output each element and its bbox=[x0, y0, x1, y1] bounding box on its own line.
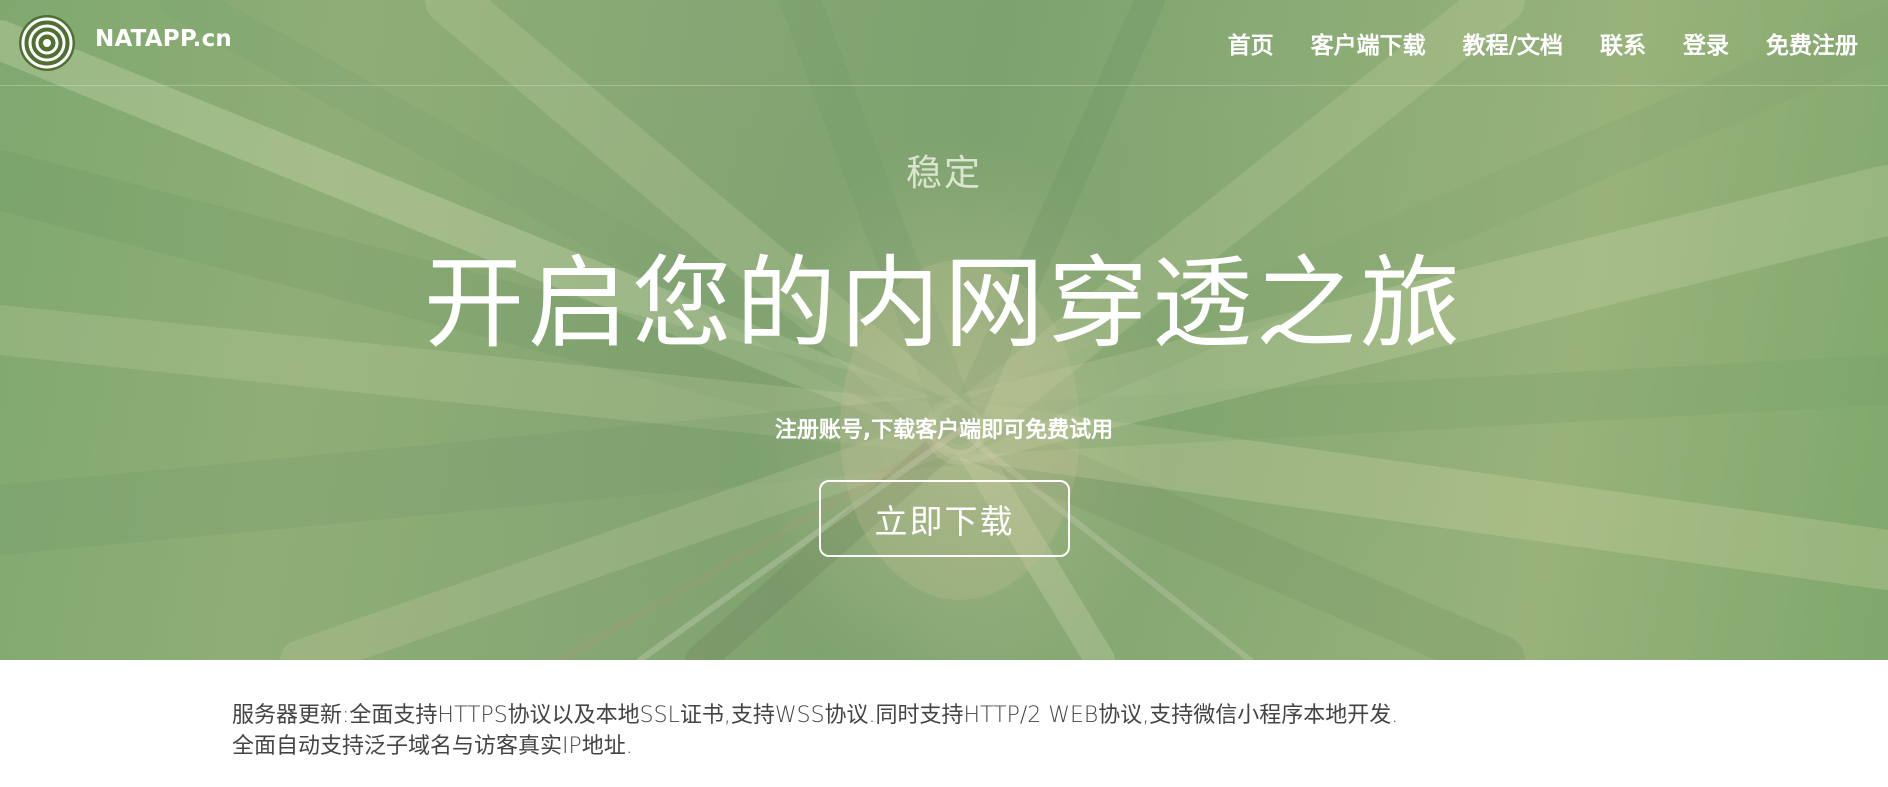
navbar: NATAPP.cn 首页 客户端下载 教程/文档 联系 登录 免费注册 bbox=[0, 0, 1888, 86]
announcement-text: 服务器更新:全面支持HTTPS协议以及本地SSL证书,支持WSS协议.同时支持H… bbox=[232, 700, 1398, 762]
hero-subtitle: 注册账号,下载客户端即可免费试用 bbox=[774, 418, 1114, 443]
download-now-button[interactable]: 立即下载 bbox=[819, 480, 1070, 557]
nav-contact[interactable]: 联系 bbox=[1600, 26, 1646, 60]
nav-home[interactable]: 首页 bbox=[1228, 26, 1274, 60]
concentric-rings-logo-icon[interactable] bbox=[18, 14, 76, 72]
hero-banner: NATAPP.cn 首页 客户端下载 教程/文档 联系 登录 免费注册 稳定 开… bbox=[0, 0, 1888, 660]
nav-login[interactable]: 登录 bbox=[1683, 26, 1729, 60]
announcement-line: 全面自动支持泛子域名与访客真实IP地址. bbox=[232, 734, 633, 759]
main-nav: 首页 客户端下载 教程/文档 联系 登录 免费注册 bbox=[1228, 26, 1858, 60]
hero-tagline: 稳定 bbox=[905, 153, 982, 194]
hero-headline: 开启您的内网穿透之旅 bbox=[424, 245, 1464, 362]
brand-name[interactable]: NATAPP.cn bbox=[95, 26, 232, 52]
announcement-line: 服务器更新:全面支持HTTPS协议以及本地SSL证书,支持WSS协议.同时支持H… bbox=[232, 703, 1399, 728]
nav-register[interactable]: 免费注册 bbox=[1766, 26, 1858, 60]
nav-docs[interactable]: 教程/文档 bbox=[1463, 26, 1563, 60]
nav-client-download[interactable]: 客户端下载 bbox=[1311, 26, 1426, 60]
